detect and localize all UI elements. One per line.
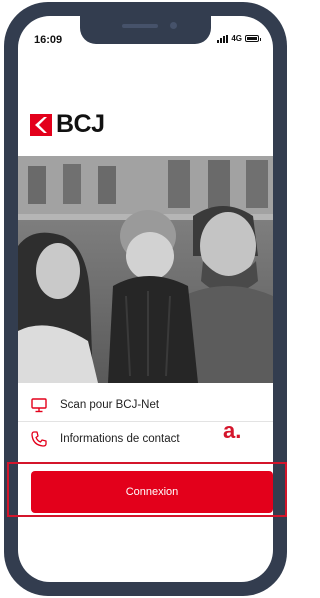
phone-icon [31,431,47,447]
signal-icon [217,34,229,43]
speaker-grille [122,24,158,28]
scan-bcj-net-item[interactable]: Scan pour BCJ-Net [18,396,273,414]
monitor-icon [31,398,47,413]
battery-icon [245,35,261,42]
status-indicators: 4G [217,34,261,43]
phone-notch [80,16,211,44]
annotation-label: a. [223,418,242,443]
scan-bcj-net-label: Scan pour BCJ-Net [60,399,160,411]
family-photo [18,156,273,383]
front-camera [170,22,177,29]
status-time: 16:09 [34,34,63,46]
contact-info-label: Informations de contact [60,433,180,445]
bcj-logo-text: BCJ [56,110,105,138]
bcj-logo: BCJ [30,110,105,139]
login-highlight-box [7,462,287,517]
bcj-logo-mark-icon [30,113,52,136]
network-label: 4G [231,34,242,43]
